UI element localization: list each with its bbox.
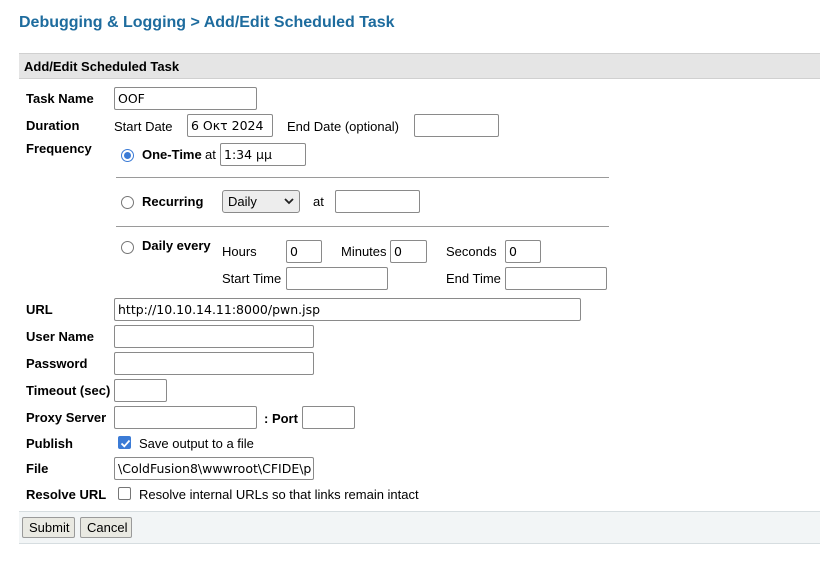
proxy-server-input[interactable] [114,406,257,429]
chevron-down-icon [284,198,294,205]
resolve-url-checkbox-label: Resolve internal URLs so that links rema… [139,487,419,502]
recurring-label: Recurring [142,194,204,209]
end-time-input[interactable] [505,267,607,290]
file-input[interactable]: \ColdFusion8\wwwroot\CFIDE\p [114,457,314,480]
start-time-label: Start Time [222,271,282,286]
frequency-divider-2 [116,226,609,227]
publish-label: Publish [26,436,73,451]
recurring-at-label: at [313,194,324,209]
frequency-divider-1 [116,177,609,178]
password-input[interactable] [114,352,314,375]
cancel-button[interactable]: Cancel [80,517,132,538]
publish-checkbox[interactable] [118,436,131,449]
task-name-input[interactable]: OOF [114,87,257,110]
submit-button[interactable]: Submit [22,517,75,538]
proxy-server-label: Proxy Server [26,410,107,425]
daily-every-label: Daily every [142,238,211,253]
one-time-at-label: at [205,147,216,162]
timeout-input[interactable] [114,379,167,402]
start-date-label: Start Date [114,119,173,134]
page-title: Debugging & Logging > Add/Edit Scheduled… [19,14,395,31]
one-time-radio[interactable] [121,149,134,162]
file-label: File [26,461,49,476]
port-input[interactable] [302,406,355,429]
user-name-input[interactable] [114,325,314,348]
one-time-time-input[interactable]: 1:34 μμ [220,143,306,166]
recurring-time-input[interactable] [335,190,420,213]
hours-label: Hours [222,244,257,259]
publish-checkbox-label: Save output to a file [139,436,254,451]
resolve-url-label: Resolve URL [26,487,107,502]
end-date-input[interactable] [414,114,499,137]
task-name-label: Task Name [26,91,94,106]
one-time-label: One-Time [142,147,202,162]
seconds-label: Seconds [446,244,497,259]
user-name-label: User Name [26,329,94,344]
daily-every-radio[interactable] [121,241,134,254]
end-time-label: End Time [446,271,501,286]
panel-header: Add/Edit Scheduled Task [19,53,820,79]
recurring-select-value: Daily [228,194,257,209]
url-input[interactable]: http://10.10.14.11:8000/pwn.jsp [114,298,581,321]
check-icon [120,439,131,448]
timeout-label: Timeout (sec) [26,383,111,398]
start-date-input[interactable]: 6 Οκτ 2024 [187,114,273,137]
recurring-radio[interactable] [121,196,134,209]
duration-label: Duration [26,118,80,133]
url-label: URL [26,302,53,317]
hours-input[interactable]: 0 [286,240,322,263]
form-footer: Submit Cancel [19,511,820,544]
recurring-select[interactable]: Daily [222,190,300,213]
start-time-input[interactable] [286,267,388,290]
port-label: : Port [264,411,298,426]
minutes-input[interactable]: 0 [390,240,427,263]
seconds-input[interactable]: 0 [505,240,541,263]
minutes-label: Minutes [341,244,387,259]
resolve-url-checkbox[interactable] [118,487,131,500]
password-label: Password [26,356,88,371]
end-date-label: End Date (optional) [287,119,400,134]
frequency-label: Frequency [26,141,92,156]
